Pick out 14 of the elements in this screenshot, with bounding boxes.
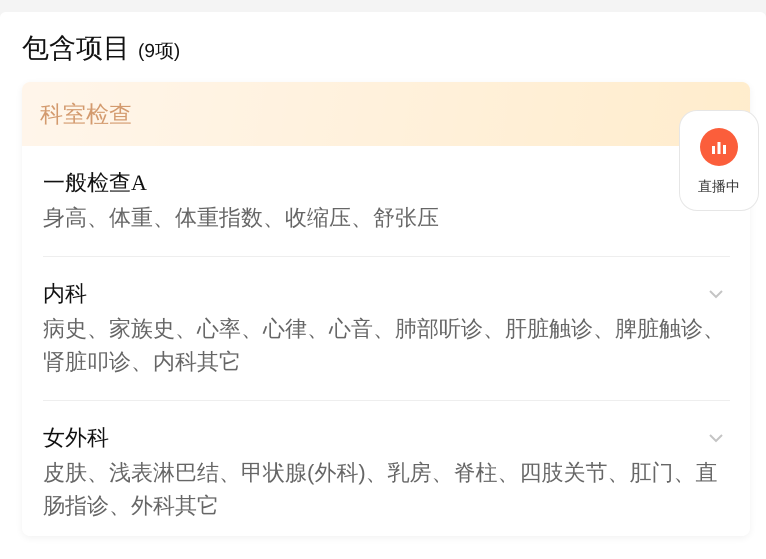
item-title: 内科 bbox=[43, 280, 87, 308]
item-details: 皮肤、浅表淋巴结、甲状腺(外科)、乳房、脊柱、四肢关节、肛门、直肠指诊、外科其它 bbox=[43, 459, 719, 520]
item-details: 身高、体重、体重指数、收缩压、舒张压 bbox=[43, 204, 440, 232]
item-title: 一般检查A bbox=[43, 169, 147, 197]
category-title: 科室检查 bbox=[40, 100, 132, 128]
live-badge[interactable]: 直播中 bbox=[679, 110, 759, 211]
live-label: 直播中 bbox=[698, 178, 740, 196]
item-count: (9项) bbox=[138, 40, 180, 64]
chevron-down-icon[interactable] bbox=[708, 289, 724, 299]
section-title: 包含项目 bbox=[22, 32, 130, 65]
bar-chart-icon bbox=[700, 128, 738, 166]
item-details: 病史、家族史、心率、心律、心音、肺部听诊、肝脏触诊、脾脏触诊、肾脏叩诊、内科其它 bbox=[43, 315, 726, 376]
item-title: 女外科 bbox=[43, 424, 109, 452]
chevron-down-icon[interactable] bbox=[708, 433, 724, 443]
